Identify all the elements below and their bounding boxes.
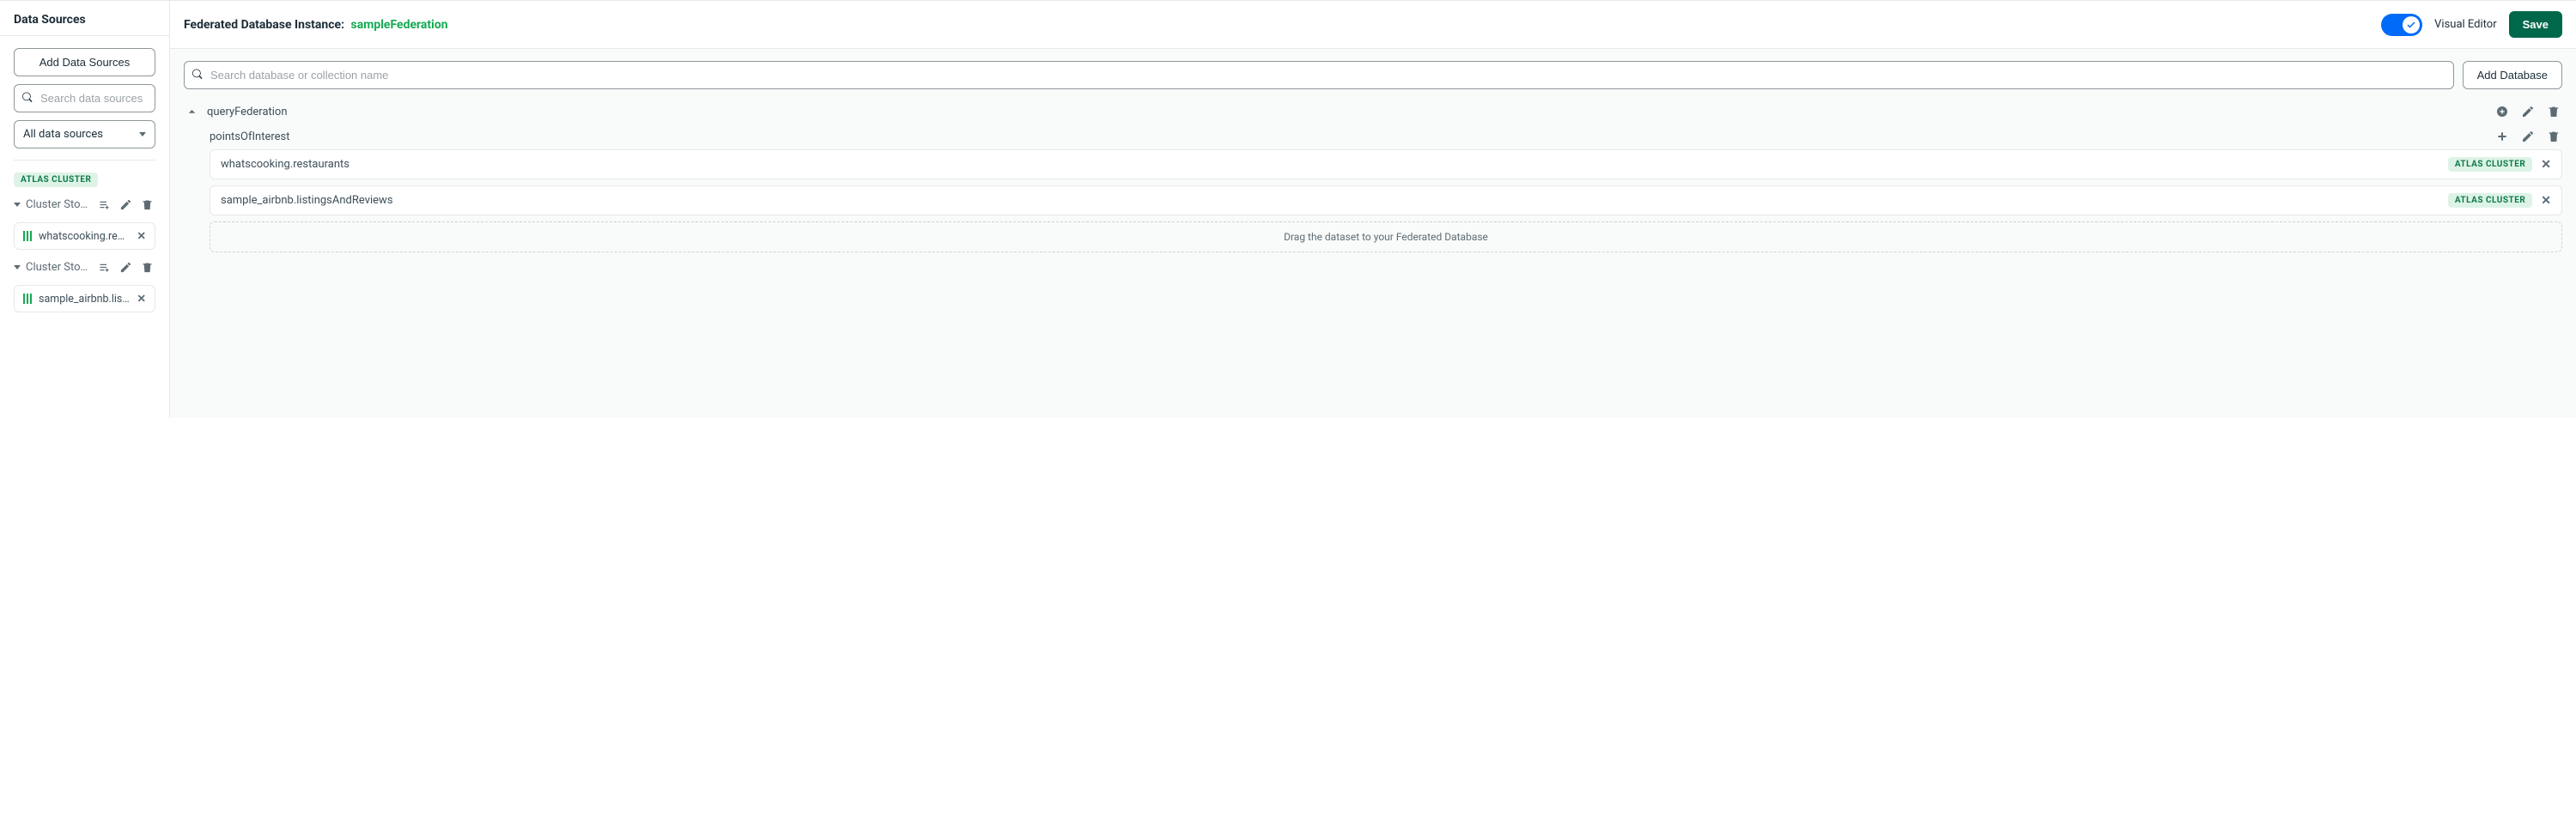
visual-editor-label: Visual Editor (2434, 18, 2496, 31)
add-collection-db-button[interactable] (2494, 103, 2511, 120)
collection-row: pointsOfInterest (184, 124, 2562, 149)
mapped-source-row: sample_airbnb.listingsAndReviews ATLAS C… (210, 185, 2562, 215)
visual-editor-toggle[interactable] (2381, 14, 2422, 36)
source-type-badge: ATLAS CLUSTER (2448, 157, 2532, 172)
delete-store-button[interactable] (139, 259, 155, 276)
edit-store-button[interactable] (118, 259, 134, 276)
remove-mapping-button[interactable]: ✕ (2541, 194, 2551, 208)
divider (14, 160, 155, 161)
main-header: Federated Database Instance: sampleFeder… (170, 1, 2576, 49)
caret-down-icon[interactable] (14, 203, 21, 207)
add-collection-button[interactable] (96, 197, 112, 213)
database-row: queryFederation (184, 100, 2562, 124)
search-icon (22, 92, 33, 105)
delete-database-button[interactable] (2545, 103, 2562, 120)
main-search-input[interactable] (184, 61, 2454, 89)
cluster-store-row: Cluster Store: cluster-WhatsCooki... (14, 195, 155, 215)
search-icon (192, 69, 203, 82)
remove-dataset-button[interactable]: ✕ (137, 229, 146, 243)
remove-dataset-button[interactable]: ✕ (137, 292, 146, 306)
drag-handle-icon (23, 294, 32, 304)
dataset-item[interactable]: whatscooking.restaurants ✕ (14, 222, 155, 250)
sidebar-title: Data Sources (0, 1, 169, 36)
database-name: queryFederation (207, 106, 2487, 118)
delete-collection-button[interactable] (2545, 128, 2562, 145)
instance-title-prefix: Federated Database Instance: (184, 18, 344, 32)
add-database-button[interactable]: Add Database (2463, 61, 2562, 89)
main-search-wrap (184, 61, 2454, 89)
drop-zone[interactable]: Drag the dataset to your Federated Datab… (210, 221, 2562, 252)
dataset-name: sample_airbnb.listingsAndReviews (39, 293, 131, 306)
main-panel: Federated Database Instance: sampleFeder… (170, 0, 2576, 418)
sidebar: Data Sources Add Data Sources All data s… (0, 0, 170, 418)
cluster-store-row: Cluster Store: cluster-AirBNB (14, 257, 155, 277)
delete-store-button[interactable] (139, 197, 155, 213)
main-body: Add Database queryFederation (170, 49, 2576, 418)
dataset-item[interactable]: sample_airbnb.listingsAndReviews ✕ (14, 285, 155, 312)
caret-down-icon[interactable] (14, 265, 21, 270)
source-type-badge: ATLAS CLUSTER (2448, 193, 2532, 208)
save-button[interactable]: Save (2509, 11, 2562, 38)
collapse-db-button[interactable] (184, 104, 200, 120)
sidebar-search-input[interactable] (14, 84, 155, 112)
cluster-store-label: Cluster Store: cluster-WhatsCooki... (26, 198, 91, 211)
instance-title: Federated Database Instance: sampleFeder… (184, 18, 448, 32)
drag-handle-icon (23, 231, 32, 241)
add-collection-button[interactable] (96, 259, 112, 276)
add-data-sources-button[interactable]: Add Data Sources (14, 48, 155, 76)
instance-name: sampleFederation (351, 18, 448, 32)
dataset-name: whatscooking.restaurants (39, 230, 131, 243)
mapped-source-name: sample_airbnb.listingsAndReviews (221, 194, 2439, 207)
edit-database-button[interactable] (2519, 103, 2537, 120)
data-source-filter-select[interactable]: All data sources (14, 120, 155, 148)
collection-name: pointsOfInterest (210, 130, 2487, 143)
edit-store-button[interactable] (118, 197, 134, 213)
edit-collection-button[interactable] (2519, 128, 2537, 145)
mapped-source-name: whatscooking.restaurants (221, 158, 2439, 171)
remove-mapping-button[interactable]: ✕ (2541, 158, 2551, 172)
toggle-knob (2403, 16, 2420, 33)
filter-selected-value: All data sources (23, 128, 103, 141)
sidebar-search-wrap (14, 84, 155, 112)
chevron-down-icon (139, 132, 146, 136)
atlas-cluster-badge: ATLAS CLUSTER (14, 173, 98, 187)
add-mapping-button[interactable] (2494, 128, 2511, 145)
mapped-source-row: whatscooking.restaurants ATLAS CLUSTER ✕ (210, 149, 2562, 179)
cluster-store-label: Cluster Store: cluster-AirBNB (26, 261, 91, 274)
